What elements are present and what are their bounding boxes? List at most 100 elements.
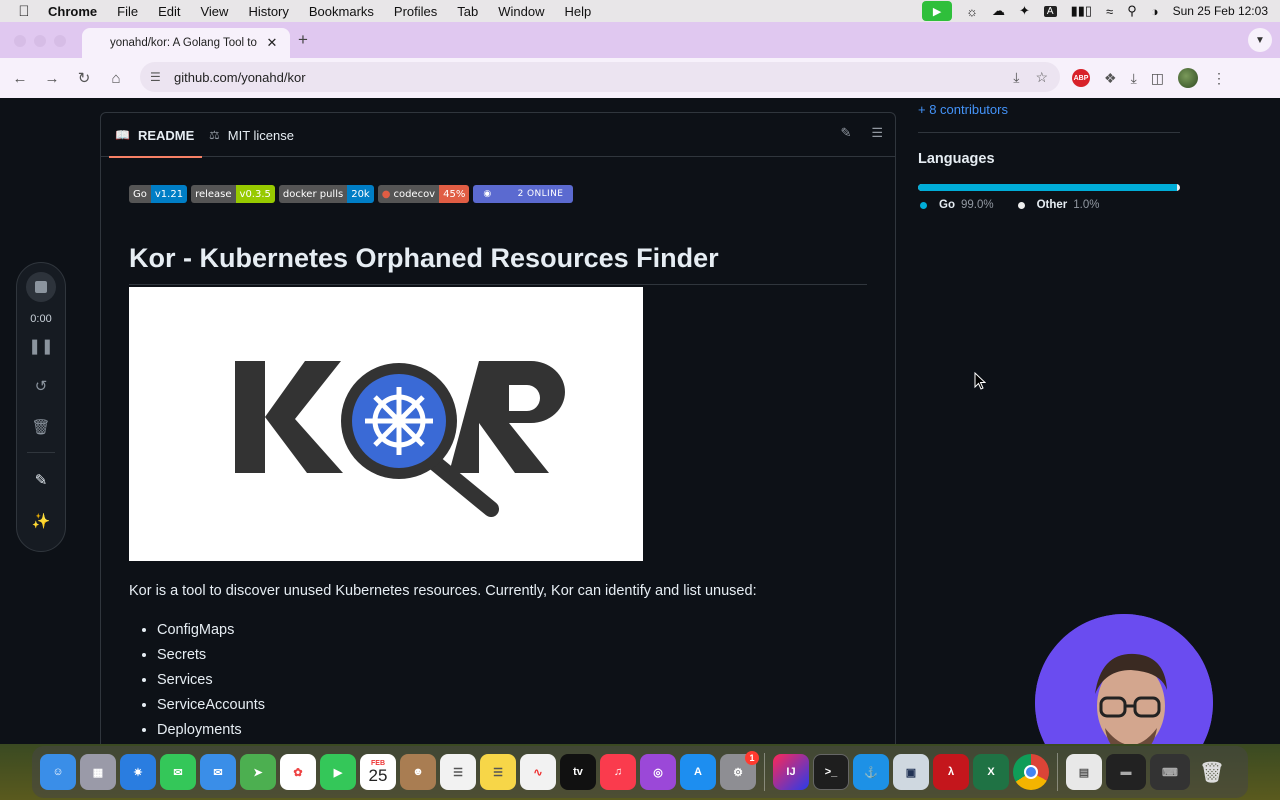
menu-window[interactable]: Window (498, 4, 544, 19)
docker-icon[interactable]: ⚓ (853, 754, 889, 790)
home-icon[interactable]: ⌂ (100, 70, 132, 87)
codecov-icon: ● (381, 188, 391, 200)
acrobat-icon[interactable]: λ (933, 754, 969, 790)
tab-search-chevron-icon[interactable]: ▼ (1248, 28, 1272, 52)
freeform-icon[interactable]: ∿ (520, 754, 556, 790)
zoom-window-icon[interactable] (54, 35, 66, 47)
new-tab-icon[interactable]: + (298, 30, 308, 50)
menubar-clock[interactable]: Sun 25 Feb 12:03 (1173, 4, 1268, 18)
recorder-divider (27, 452, 55, 453)
maps-icon[interactable]: ➤ (240, 754, 276, 790)
excel-icon[interactable]: X (973, 754, 1009, 790)
close-tab-icon[interactable]: ✕ (264, 35, 280, 51)
facetime-icon[interactable]: ▶ (320, 754, 356, 790)
document-icon[interactable]: ▤ (1066, 754, 1102, 790)
brightness-icon[interactable]: ☼ (966, 4, 978, 19)
mail-icon[interactable]: ✉ (200, 754, 236, 790)
menu-bookmarks[interactable]: Bookmarks (309, 4, 374, 19)
profile-avatar[interactable] (1178, 68, 1198, 88)
outline-list-icon[interactable]: ☰ (871, 125, 883, 141)
language-dot-icon (1017, 201, 1025, 209)
downloads-icon[interactable]: ⤓ (1131, 70, 1137, 87)
status-area: ▶ ☼ ☁ ✦ A ▮▮▯ ≈ ⚲ ◑ Sun 25 Feb 12:03 (922, 0, 1268, 22)
camera-in-use-icon[interactable]: ▶ (922, 1, 953, 21)
contacts-icon[interactable]: ☻ (400, 754, 436, 790)
dock-divider (764, 753, 765, 791)
menu-tab[interactable]: Tab (457, 4, 478, 19)
restart-icon[interactable]: ↺ (17, 377, 65, 395)
app-menu-chrome[interactable]: Chrome (48, 4, 97, 19)
badge-docker-pulls[interactable]: docker pulls 20k (278, 185, 374, 203)
trash-bin-icon[interactable]: 🗑 (1194, 754, 1230, 790)
pause-icon[interactable]: ❚❚ (17, 337, 65, 355)
menu-view[interactable]: View (200, 4, 228, 19)
side-panel-icon[interactable]: ◫ (1151, 70, 1164, 87)
back-icon[interactable]: ← (4, 70, 36, 87)
safari-icon[interactable]: ✷ (120, 754, 156, 790)
language-bar[interactable] (918, 184, 1180, 191)
launchpad-icon[interactable]: ▦ (80, 754, 116, 790)
badge-release[interactable]: release v0.3.5 (191, 185, 275, 203)
url-text[interactable]: github.com/yonahd/kor (174, 70, 1013, 85)
battery-icon[interactable]: ▮▮▯ (1071, 3, 1092, 19)
tab-github-kor[interactable]: yonahd/kor: A Golang Tool to ✕ (82, 28, 290, 58)
menu-help[interactable]: Help (565, 4, 592, 19)
recent-window-icon[interactable]: ▬ (1106, 754, 1146, 790)
browser-toolbar: ← → ↻ ⌂ ☰ github.com/yonahd/kor ⤓ ☆ ABP … (0, 58, 1280, 98)
reminders-icon[interactable]: ☰ (440, 754, 476, 790)
podcasts-icon[interactable]: ◎ (640, 754, 676, 790)
weather-icon[interactable]: ☁ (992, 3, 1005, 19)
reload-icon[interactable]: ↻ (68, 69, 100, 87)
language-go[interactable]: Go 99.0% (920, 199, 994, 211)
system-settings-icon[interactable]: ⚙ 1 (720, 751, 759, 790)
minimize-window-icon[interactable] (34, 35, 46, 47)
badge-codecov[interactable]: ● codecov 45% (377, 185, 470, 203)
menu-profiles[interactable]: Profiles (394, 4, 437, 19)
address-bar[interactable]: ☰ github.com/yonahd/kor ⤓ ☆ (140, 62, 1060, 92)
apple-menu-icon[interactable]:  (0, 3, 48, 20)
readme-actions: ✎ ☰ (840, 125, 883, 141)
preview-icon[interactable]: ▣ (893, 754, 929, 790)
notes-icon[interactable]: ☰ (480, 754, 516, 790)
close-window-icon[interactable] (14, 35, 26, 47)
terminal-icon[interactable]: >_ (813, 754, 849, 790)
menu-file[interactable]: File (117, 4, 138, 19)
contributors-link[interactable]: + 8 contributors (918, 102, 1008, 117)
chrome-icon[interactable] (1013, 754, 1049, 790)
install-app-icon[interactable]: ⤓ (1013, 69, 1019, 86)
pencil-draw-icon[interactable]: ✎ (17, 471, 65, 489)
badge-go[interactable]: Go v1.21 (129, 185, 188, 203)
app-store-icon[interactable]: A (680, 754, 716, 790)
wifi-icon[interactable]: ≈ (1106, 4, 1113, 19)
apple-tv-icon[interactable]: tv (560, 754, 596, 790)
adblock-plus-icon[interactable]: ABP (1072, 69, 1090, 87)
magic-wand-icon[interactable]: ✨ (17, 512, 65, 530)
badge-discord[interactable]: ◉ 2 ONLINE (473, 185, 574, 203)
trash-icon[interactable]: 🗑 (17, 418, 65, 436)
intellij-idea-icon[interactable]: IJ (773, 754, 809, 790)
tab-readme[interactable]: 📖 README (108, 113, 203, 158)
menu-history[interactable]: History (248, 4, 288, 19)
keyboard-input-icon[interactable]: A (1043, 5, 1057, 17)
tab-license[interactable]: ⚖ MIT license (209, 113, 294, 157)
site-info-icon[interactable]: ☰ (150, 70, 172, 84)
spotlight-search-icon[interactable]: ⚲ (1127, 3, 1137, 19)
forward-icon[interactable]: → (36, 70, 68, 87)
music-icon[interactable]: ♫ (600, 754, 636, 790)
menu-edit[interactable]: Edit (158, 4, 180, 19)
bookmark-star-icon[interactable]: ☆ (1035, 69, 1048, 86)
chrome-menu-icon[interactable]: ⋮ (1212, 70, 1226, 87)
photos-icon[interactable]: ✿ (280, 754, 316, 790)
dashlane-icon[interactable]: ✦ (1019, 3, 1030, 19)
resource-list: ConfigMaps Secrets Services ServiceAccou… (157, 618, 265, 743)
keyboard-viewer-icon[interactable]: ⌨ (1150, 754, 1190, 790)
finder-icon[interactable]: ☺ (40, 754, 76, 790)
messages-icon[interactable]: ✉ (160, 754, 196, 790)
edit-pencil-icon[interactable]: ✎ (840, 125, 851, 141)
calendar-icon[interactable]: FEB 25 (360, 754, 396, 790)
stop-recording-button[interactable] (26, 272, 56, 302)
book-icon: 📖 (115, 128, 130, 142)
control-center-icon[interactable]: ◑ (1151, 4, 1159, 19)
extensions-puzzle-icon[interactable]: ❖ (1104, 70, 1117, 87)
webcam-bubble[interactable] (1035, 614, 1213, 744)
